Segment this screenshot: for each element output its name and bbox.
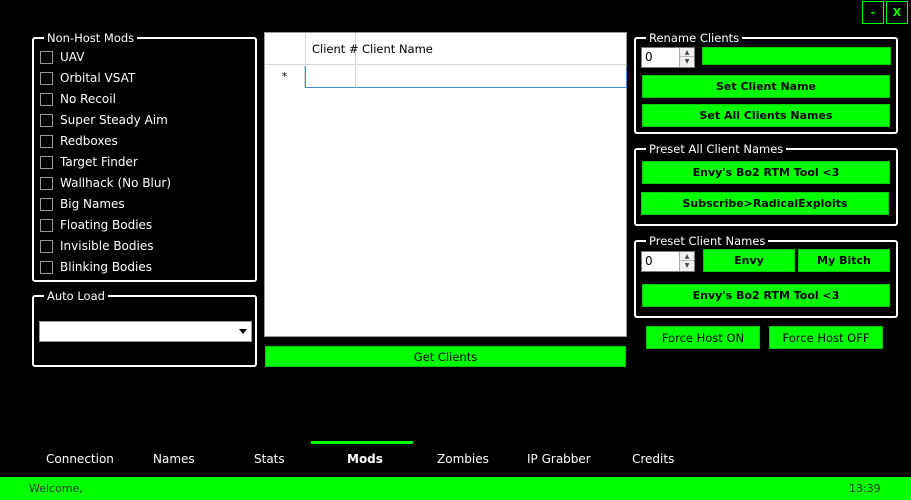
checkbox-no-recoil[interactable]: No Recoil [40,91,116,107]
checkbox-label: UAV [60,50,85,64]
checkbox-label: Redboxes [60,134,118,148]
nonhost-mods-title: Non-Host Mods [44,30,138,46]
grid-cell-client-name[interactable] [355,66,627,88]
column-header-client-name[interactable]: Client Name [362,33,433,65]
column-header-client-number[interactable]: Client # [312,33,359,65]
tab-connection[interactable]: Connection [46,452,114,466]
preset-all-envy-button[interactable]: Envy's Bo2 RTM Tool <3 [642,161,890,184]
checkbox-box[interactable] [40,92,53,106]
tab-ip-grabber[interactable]: IP Grabber [527,452,591,466]
autoload-select[interactable] [39,321,252,342]
checkbox-redboxes[interactable]: Redboxes [40,133,118,149]
tab-names[interactable]: Names [153,452,195,466]
rename-name-input[interactable] [702,47,891,65]
preset-all-title: Preset All Client Names [646,141,787,157]
spinner-value: 0 [645,254,653,268]
active-tab-indicator [311,441,413,444]
checkbox-box[interactable] [40,260,53,274]
chevron-down-icon[interactable] [239,329,247,334]
preset-client-title: Preset Client Names [646,233,769,249]
force-host-off-button[interactable]: Force Host OFF [769,326,883,349]
tab-zombies[interactable]: Zombies [437,452,489,466]
checkbox-label: Floating Bodies [60,218,153,232]
preset-client-tool-button[interactable]: Envy's Bo2 RTM Tool <3 [642,284,890,307]
spinner-arrows[interactable]: ▲ ▼ [679,252,694,271]
rename-clients-title: Rename Clients [646,30,743,46]
checkbox-label: No Recoil [60,92,116,106]
row-header-marker: * [265,66,305,88]
checkbox-label: Orbital VSAT [60,71,136,85]
checkbox-invisible-bodies[interactable]: Invisible Bodies [40,238,153,254]
grid-new-row[interactable]: * [265,66,627,88]
checkbox-label: Blinking Bodies [60,260,152,274]
grid-cell-client-number[interactable] [305,66,356,88]
checkbox-big-names[interactable]: Big Names [40,196,125,212]
tab-credits[interactable]: Credits [632,452,674,466]
minimize-button[interactable]: - [862,1,884,24]
checkbox-blinking-bodies[interactable]: Blinking Bodies [40,259,152,275]
checkbox-wallhack[interactable]: Wallhack (No Blur) [40,175,171,191]
preset-all-subscribe-button[interactable]: Subscribe>RadicalExploits [641,192,889,215]
checkbox-box[interactable] [40,218,53,232]
set-client-name-button[interactable]: Set Client Name [642,75,890,98]
checkbox-orbital-vsat[interactable]: Orbital VSAT [40,70,135,86]
spinner-down-icon[interactable]: ▼ [680,57,694,66]
checkbox-box[interactable] [40,134,53,148]
clients-grid[interactable]: Client # Client Name * [264,32,627,337]
checkbox-target-finder[interactable]: Target Finder [40,154,138,170]
grid-header: Client # Client Name [265,33,626,65]
checkbox-floating-bodies[interactable]: Floating Bodies [40,217,152,233]
checkbox-label: Invisible Bodies [60,239,154,253]
rename-client-number-spinner[interactable]: 0 ▲ ▼ [641,47,695,68]
preset-mybitch-button[interactable]: My Bitch [798,249,890,272]
spinner-arrows[interactable]: ▲ ▼ [679,48,694,67]
checkbox-box[interactable] [40,50,53,64]
spinner-up-icon[interactable]: ▲ [680,252,694,261]
status-time: 13:39 [849,482,881,495]
nonhost-mods-group: Non-Host Mods UAV Orbital VSAT No Recoil… [32,30,257,282]
checkbox-box[interactable] [40,176,53,190]
tab-mods[interactable]: Mods [347,452,383,466]
checkbox-label: Super Steady Aim [60,113,168,127]
tab-stats[interactable]: Stats [254,452,285,466]
checkbox-label: Big Names [60,197,125,211]
checkbox-box[interactable] [40,155,53,169]
spinner-up-icon[interactable]: ▲ [680,48,694,57]
checkbox-label: Target Finder [60,155,138,169]
checkbox-super-steady-aim[interactable]: Super Steady Aim [40,112,168,128]
status-bar: Welcome, 13:39 [0,477,911,500]
status-message: Welcome, [29,482,83,495]
set-all-clients-names-button[interactable]: Set All Clients Names [642,104,890,127]
spinner-down-icon[interactable]: ▼ [680,261,694,270]
checkbox-box[interactable] [40,239,53,253]
checkbox-box[interactable] [40,197,53,211]
force-host-on-button[interactable]: Force Host ON [646,326,760,349]
checkbox-box[interactable] [40,71,53,85]
preset-client-number-spinner[interactable]: 0 ▲ ▼ [641,251,695,272]
autoload-title: Auto Load [44,288,108,304]
spinner-value: 0 [645,50,653,64]
checkbox-uav[interactable]: UAV [40,49,84,65]
close-button[interactable]: X [886,1,908,24]
checkbox-label: Wallhack (No Blur) [60,176,172,190]
get-clients-button[interactable]: Get Clients [265,346,626,367]
checkbox-box[interactable] [40,113,53,127]
preset-envy-button[interactable]: Envy [703,249,795,272]
